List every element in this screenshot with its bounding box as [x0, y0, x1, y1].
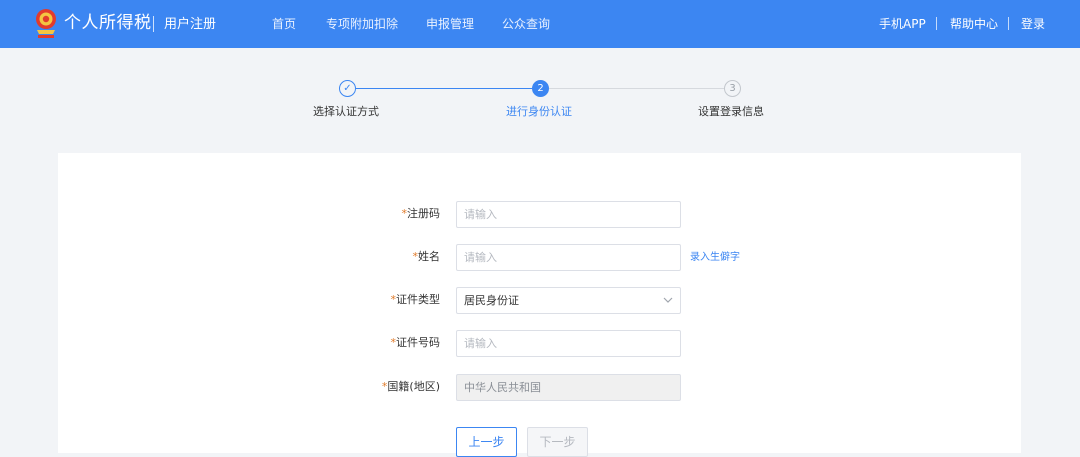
step-2-label: 进行身份认证: [506, 105, 572, 118]
prev-step-button[interactable]: 上一步: [456, 427, 517, 457]
help-center-link[interactable]: 帮助中心: [950, 15, 998, 33]
login-link[interactable]: 登录: [1021, 15, 1045, 33]
registration-code-label: *注册码: [401, 207, 441, 220]
id-number-label: *证件号码: [390, 336, 441, 349]
top-header: 个人所得税 用户注册 首页 专项附加扣除 申报管理 公众查询 手机APP 帮助中…: [0, 0, 1080, 48]
nav-declaration-management[interactable]: 申报管理: [426, 15, 474, 33]
name-label: *姓名: [412, 250, 441, 263]
id-type-select[interactable]: 居民身份证: [456, 287, 681, 314]
step-3-label: 设置登录信息: [698, 105, 764, 118]
step-2-marker: 2: [532, 80, 549, 97]
step-1-check-icon: ✓: [339, 80, 356, 97]
mobile-app-link[interactable]: 手机APP: [879, 15, 926, 33]
id-type-label: *证件类型: [390, 293, 441, 306]
chevron-down-icon: [663, 297, 673, 303]
id-number-input[interactable]: [456, 330, 681, 357]
name-input[interactable]: [456, 244, 681, 271]
step-1-label: 选择认证方式: [313, 105, 379, 118]
nav-home[interactable]: 首页: [272, 15, 296, 33]
nationality-value: 中华人民共和国: [464, 381, 541, 394]
title-divider: [153, 16, 154, 32]
nationality-field: 中华人民共和国: [456, 374, 681, 401]
id-type-value: 居民身份证: [464, 294, 519, 307]
app-title: 个人所得税: [64, 13, 152, 33]
tax-emblem-icon: [36, 9, 56, 38]
rare-character-link[interactable]: 录入生僻字: [690, 251, 740, 265]
header-divider: [936, 17, 937, 30]
next-step-button[interactable]: 下一步: [527, 427, 588, 457]
header-divider: [1008, 17, 1009, 30]
step-connector-done: [356, 88, 532, 89]
nationality-label: *国籍(地区): [381, 380, 440, 393]
step-3-marker: 3: [724, 80, 741, 97]
registration-code-input[interactable]: [456, 201, 681, 228]
step-connector-todo: [549, 88, 724, 89]
nav-public-query[interactable]: 公众查询: [502, 15, 550, 33]
page-subtitle: 用户注册: [164, 17, 217, 32]
nav-special-deduction[interactable]: 专项附加扣除: [326, 15, 398, 33]
